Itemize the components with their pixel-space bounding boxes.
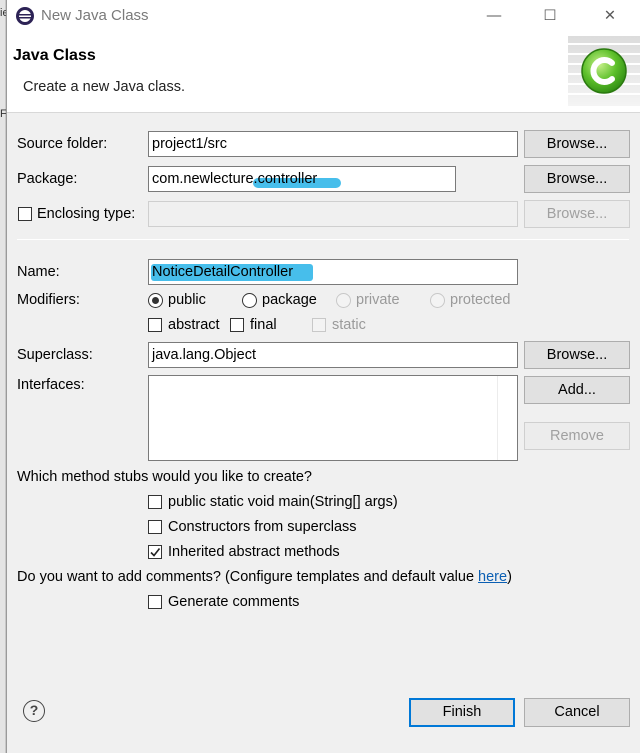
window-title: New Java Class — [41, 7, 149, 24]
package-browse-button[interactable]: Browse... — [524, 165, 630, 193]
enclosing-type-field — [148, 201, 518, 227]
private-radio-label: private — [356, 292, 400, 308]
comments-question-end: ) — [507, 569, 512, 585]
final-checkbox[interactable] — [230, 318, 244, 332]
abstract-label: abstract — [168, 317, 220, 333]
banner-subtitle: Create a new Java class. — [23, 79, 185, 95]
package-radio[interactable] — [242, 293, 257, 308]
abstract-checkbox[interactable] — [148, 318, 162, 332]
interfaces-label: Interfaces: — [17, 377, 85, 393]
eclipse-icon — [16, 7, 34, 25]
name-field[interactable]: NoticeDetailController — [148, 259, 518, 285]
comments-question-text: Do you want to add comments? (Configure … — [17, 569, 479, 585]
source-folder-field[interactable]: project1/src — [148, 131, 518, 157]
banner-title: Java Class — [13, 47, 96, 64]
static-checkbox — [312, 318, 326, 332]
generate-comments-label: Generate comments — [168, 594, 300, 610]
final-label: final — [250, 317, 277, 333]
protected-radio-label: protected — [450, 292, 511, 308]
java-class-wizard-icon — [568, 36, 640, 106]
package-value: com.newlecture.controller — [152, 171, 318, 187]
close-button[interactable]: ✕ — [597, 4, 623, 28]
maximize-button[interactable]: ☐ — [537, 4, 563, 28]
static-label: static — [332, 317, 366, 333]
enclosing-type-label: Enclosing type: — [37, 206, 136, 222]
main-method-checkbox[interactable] — [148, 495, 162, 509]
package-label: Package: — [17, 171, 78, 187]
finish-button[interactable]: Finish — [409, 698, 515, 727]
interfaces-list[interactable] — [148, 375, 518, 461]
help-icon[interactable]: ? — [23, 700, 45, 722]
source-folder-browse-button[interactable]: Browse... — [524, 130, 630, 158]
comments-question: Do you want to add comments? (Configure … — [17, 569, 512, 585]
inherited-methods-label: Inherited abstract methods — [168, 544, 340, 560]
constructors-checkbox[interactable] — [148, 520, 162, 534]
header-banner: Java Class Create a new Java class. — [7, 32, 640, 113]
name-value: NoticeDetailController — [152, 264, 294, 280]
superclass-value: java.lang.Object — [152, 347, 256, 363]
private-radio — [336, 293, 351, 308]
package-field[interactable]: com.newlecture.controller — [148, 166, 456, 192]
method-stubs-question: Which method stubs would you like to cre… — [17, 469, 312, 485]
configure-templates-link[interactable]: here — [478, 569, 507, 585]
interfaces-scrollbar[interactable] — [497, 376, 517, 460]
remove-interface-button: Remove — [524, 422, 630, 450]
minimize-button[interactable]: — — [481, 4, 507, 28]
checkmark-icon — [150, 548, 161, 557]
main-method-label: public static void main(String[] args) — [168, 494, 398, 510]
superclass-field[interactable]: java.lang.Object — [148, 342, 518, 368]
public-radio[interactable] — [148, 293, 163, 308]
add-interface-button[interactable]: Add... — [524, 376, 630, 404]
source-folder-label: Source folder: — [17, 136, 108, 152]
enclosing-type-checkbox[interactable] — [18, 207, 32, 221]
name-label: Name: — [17, 264, 60, 280]
constructors-label: Constructors from superclass — [168, 519, 357, 535]
new-java-class-dialog: New Java Class — ☐ ✕ Java Class Create a… — [6, 0, 640, 753]
superclass-browse-button[interactable]: Browse... — [524, 341, 630, 369]
source-folder-value: project1/src — [152, 136, 227, 152]
protected-radio — [430, 293, 445, 308]
public-radio-label: public — [168, 292, 206, 308]
title-bar: New Java Class — ☐ ✕ — [7, 0, 640, 32]
inherited-methods-checkbox[interactable] — [148, 545, 162, 559]
generate-comments-checkbox[interactable] — [148, 595, 162, 609]
modifiers-label: Modifiers: — [17, 292, 80, 308]
superclass-label: Superclass: — [17, 347, 93, 363]
cancel-button[interactable]: Cancel — [524, 698, 630, 727]
package-radio-label: package — [262, 292, 317, 308]
separator — [17, 239, 629, 240]
enclosing-type-browse-button: Browse... — [524, 200, 630, 228]
